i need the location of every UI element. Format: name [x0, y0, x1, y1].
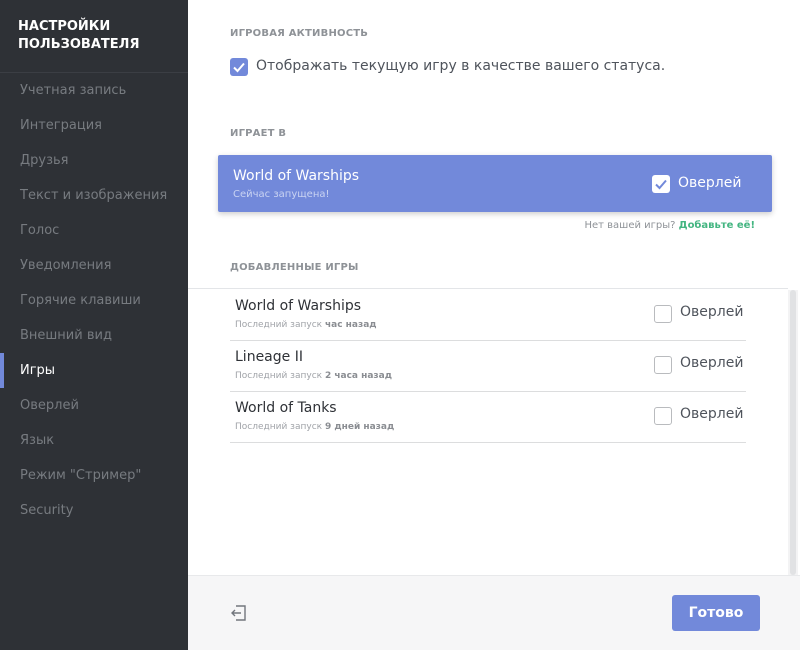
game-last-played: Последний запуск 9 дней назад [235, 422, 394, 432]
now-playing-card: World of Warships Сейчас запущена! Оверл… [218, 155, 772, 212]
sidebar-item-security[interactable]: Security [0, 493, 188, 528]
sidebar-menu: Учетная запись Интеграция Друзья Текст и… [0, 73, 188, 528]
sidebar-item-friends[interactable]: Друзья [0, 143, 188, 178]
sidebar-title: НАСТРОЙКИ ПОЛЬЗОВАТЕЛЯ [0, 0, 188, 73]
game-row: Lineage II Последний запуск 2 часа назад… [230, 341, 746, 392]
sidebar-item-streamer-mode[interactable]: Режим "Стример" [0, 458, 188, 493]
game-overlay-checkbox[interactable] [654, 407, 672, 425]
add-game-link[interactable]: Добавьте её! [679, 220, 755, 231]
game-overlay-label[interactable]: Оверлей [680, 406, 743, 422]
settings-footer: Готово [188, 575, 800, 650]
missing-game-text: Нет вашей игры? [584, 220, 676, 231]
game-last-played-prefix: Последний запуск [235, 422, 323, 432]
game-row: World of Tanks Последний запуск 9 дней н… [230, 392, 746, 443]
sidebar-item-account[interactable]: Учетная запись [0, 73, 188, 108]
done-button[interactable]: Готово [672, 595, 760, 631]
now-playing-overlay-checkbox[interactable] [652, 175, 670, 193]
game-row: World of Warships Последний запуск час н… [230, 290, 746, 341]
status-checkbox[interactable] [230, 58, 248, 76]
game-name: World of Warships [235, 298, 362, 314]
sidebar-title-line2: ПОЛЬЗОВАТЕЛЯ [18, 37, 140, 52]
games-list-scrollbar[interactable] [788, 290, 798, 575]
scrollbar-thumb[interactable] [790, 290, 796, 575]
sidebar-title-line1: НАСТРОЙКИ [18, 19, 111, 34]
games-list-divider [188, 288, 788, 289]
logout-icon[interactable] [230, 604, 248, 622]
game-overlay-label[interactable]: Оверлей [680, 304, 743, 320]
sidebar-item-text-images[interactable]: Текст и изображения [0, 178, 188, 213]
sidebar-item-language[interactable]: Язык [0, 423, 188, 458]
game-overlay-label[interactable]: Оверлей [680, 355, 743, 371]
logout-icon-graphic [231, 605, 246, 621]
game-last-played-value: час назад [324, 320, 377, 330]
added-games-section-label: ДОБАВЛЕННЫЕ ИГРЫ [230, 262, 359, 273]
game-overlay-checkbox[interactable] [654, 356, 672, 374]
game-last-played-prefix: Последний запуск [235, 371, 323, 381]
missing-game-hint: Нет вашей игры? Добавьте её! [584, 220, 755, 231]
settings-sidebar: НАСТРОЙКИ ПОЛЬЗОВАТЕЛЯ Учетная запись Ин… [0, 0, 188, 650]
status-checkbox-label[interactable]: Отображать текущую игру в качестве вашег… [256, 58, 665, 74]
sidebar-item-keybinds[interactable]: Горячие клавиши [0, 283, 188, 318]
game-last-played-prefix: Последний запуск [235, 320, 323, 330]
games-settings-panel: ИГРОВАЯ АКТИВНОСТЬ Отображать текущую иг… [188, 0, 800, 650]
sidebar-item-voice[interactable]: Голос [0, 213, 188, 248]
sidebar-item-overlay[interactable]: Оверлей [0, 388, 188, 423]
game-last-played-value: 9 дней назад [324, 422, 395, 432]
playing-section-label: ИГРАЕТ В [230, 128, 287, 139]
sidebar-item-notifications[interactable]: Уведомления [0, 248, 188, 283]
game-activity-section-label: ИГРОВАЯ АКТИВНОСТЬ [230, 28, 369, 39]
game-name: Lineage II [235, 349, 303, 365]
game-last-played-value: 2 часа назад [324, 371, 393, 381]
game-last-played: Последний запуск час назад [235, 320, 377, 330]
game-overlay-checkbox[interactable] [654, 305, 672, 323]
now-playing-status: Сейчас запущена! [233, 189, 330, 200]
sidebar-item-integrations[interactable]: Интеграция [0, 108, 188, 143]
sidebar-item-games[interactable]: Игры [0, 353, 188, 388]
checkmark-icon [233, 62, 245, 73]
now-playing-game-name: World of Warships [233, 168, 360, 184]
game-last-played: Последний запуск 2 часа назад [235, 371, 392, 381]
sidebar-item-appearance[interactable]: Внешний вид [0, 318, 188, 353]
checkmark-icon [655, 179, 667, 190]
now-playing-overlay-label[interactable]: Оверлей [678, 175, 741, 191]
game-name: World of Tanks [235, 400, 337, 416]
